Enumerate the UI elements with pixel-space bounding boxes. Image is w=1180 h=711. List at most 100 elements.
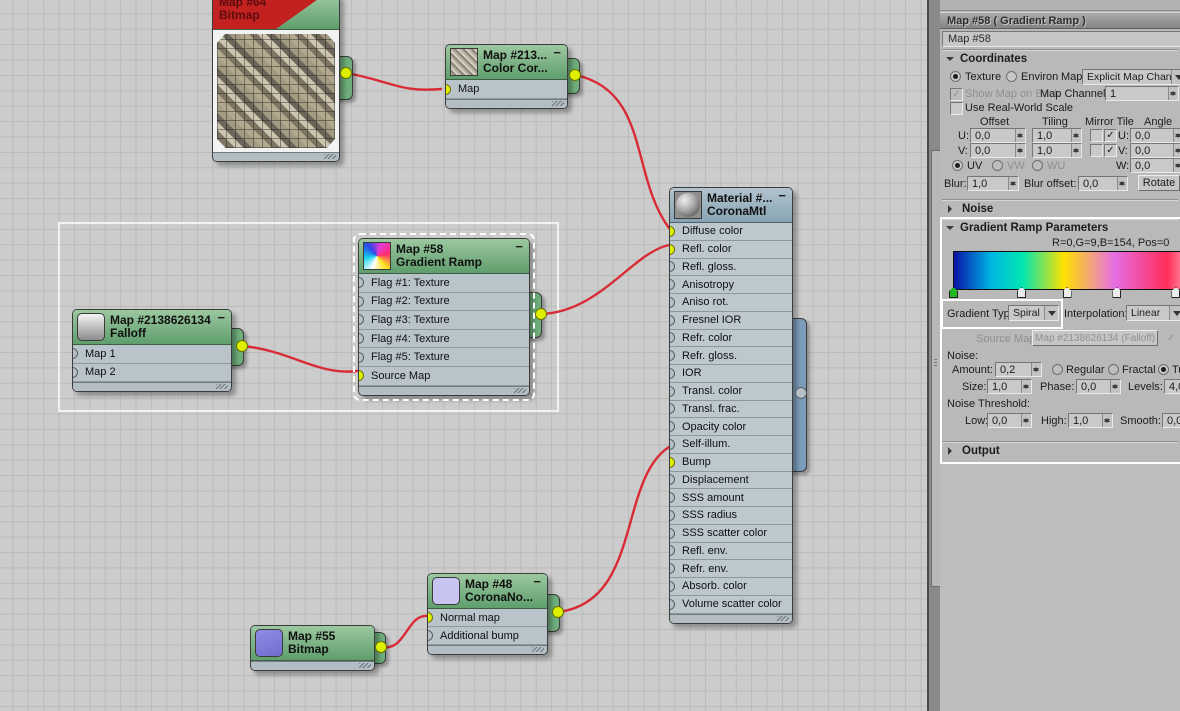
collapse-icon[interactable]: − (515, 240, 523, 253)
node-slot[interactable]: IOR (670, 365, 792, 383)
material-output-socket[interactable] (795, 387, 807, 399)
blur-offset-spinner[interactable]: 0,0 (1078, 176, 1128, 191)
spinner-arrows-icon[interactable] (1071, 144, 1081, 157)
mirror-v-checkbox[interactable] (1090, 144, 1103, 157)
tile-u-checkbox[interactable]: ✓ (1104, 129, 1117, 142)
node-bitmap64[interactable]: Map #64 Bitmap (212, 0, 353, 162)
output-socket[interactable] (552, 606, 564, 618)
node-slot[interactable]: Fresnel IOR (670, 311, 792, 330)
dropdown-arrow-icon[interactable] (1044, 306, 1058, 320)
low-spinner[interactable]: 0,0 (987, 413, 1032, 428)
gradient-type-dropdown[interactable]: Spiral (1008, 305, 1059, 321)
spinner-arrows-icon[interactable] (1168, 87, 1178, 100)
node-slot[interactable]: Aniso rot. (670, 294, 792, 312)
blur-spinner[interactable]: 1,0 (967, 176, 1019, 191)
angle-w-spinner[interactable]: 0,0 (1130, 158, 1180, 173)
spinner-arrows-icon[interactable] (1110, 380, 1120, 393)
size-spinner[interactable]: 1,0 (987, 379, 1032, 394)
rollout-coordinates[interactable]: Coordinates (942, 50, 1178, 66)
collapse-icon[interactable]: − (553, 46, 561, 59)
texture-preview[interactable] (213, 30, 339, 152)
rotate-button[interactable]: Rotate (1138, 175, 1180, 191)
node-slot[interactable]: Diffuse color (670, 223, 792, 241)
node-colorcorrection[interactable]: Map #213... Color Cor... − Map (445, 44, 581, 109)
fractal-radio[interactable] (1108, 364, 1119, 375)
material-name-field[interactable]: Map #58 (942, 31, 1180, 47)
angle-v-spinner[interactable]: 0,0 (1130, 143, 1180, 158)
spinner-arrows-icon[interactable] (1021, 414, 1031, 427)
dropdown-arrow-icon[interactable] (1171, 70, 1180, 84)
node-slot[interactable]: Refr. gloss. (670, 347, 792, 365)
rollout-gradient-ramp-parameters[interactable]: Gradient Ramp Parameters (942, 219, 1178, 235)
node-slot[interactable]: Refr. env. (670, 560, 792, 578)
node-header[interactable]: Map #48 CoronaNo... − (428, 574, 547, 609)
texture-radio[interactable] (950, 71, 961, 82)
map-channel-spinner[interactable]: 1 (1105, 86, 1179, 101)
node-slot[interactable]: Refl. color (670, 240, 792, 259)
node-view-canvas[interactable]: Map #64 Bitmap Map #213... Color Cor... … (0, 0, 927, 711)
node-slot[interactable]: Refl. env. (670, 542, 792, 561)
node-slot[interactable]: Displacement (670, 471, 792, 490)
source-map-button[interactable]: Map #2138626134 (Falloff) (1032, 330, 1158, 346)
spinner-arrows-icon[interactable] (1117, 177, 1127, 190)
node-slot[interactable]: Self-illum. (670, 436, 792, 454)
node-gradientramp[interactable]: Map #58 Gradient Ramp − Flag #1: Texture… (353, 233, 547, 401)
node-slot[interactable]: Anisotropy (670, 276, 792, 294)
node-slot[interactable]: SSS amount (670, 489, 792, 507)
dropdown-arrow-icon[interactable] (1169, 306, 1180, 320)
node-slot[interactable]: Map 2 (73, 363, 231, 382)
node-slot[interactable]: Bump (670, 453, 792, 472)
node-footer[interactable] (213, 152, 339, 161)
angle-u-spinner[interactable]: 0,0 (1130, 128, 1180, 143)
node-slot[interactable]: SSS radius (670, 507, 792, 525)
collapse-icon[interactable]: − (778, 189, 786, 202)
wu-radio[interactable] (1032, 160, 1043, 171)
high-spinner[interactable]: 1,0 (1068, 413, 1113, 428)
gradient-ramp-bar[interactable] (953, 251, 1180, 290)
spinner-arrows-icon[interactable] (1102, 414, 1112, 427)
spinner-arrows-icon[interactable] (1015, 129, 1025, 142)
spinner-arrows-icon[interactable] (1031, 363, 1041, 376)
node-slot[interactable]: Absorb. color (670, 578, 792, 596)
node-footer[interactable] (73, 382, 231, 391)
panel-title-bar[interactable]: Map #58 ( Gradient Ramp ) (940, 12, 1180, 29)
node-coronamtl[interactable]: Material #... CoronaMtl − Diffuse color R… (669, 187, 807, 624)
node-slot[interactable]: Transl. frac. (670, 400, 792, 419)
turbulence-radio[interactable] (1158, 364, 1169, 375)
node-slot[interactable]: Flag #2: Texture (359, 292, 529, 312)
mapping-dropdown[interactable]: Explicit Map Channel (1082, 69, 1180, 85)
spinner-arrows-icon[interactable] (1021, 380, 1031, 393)
source-map-check-icon[interactable]: ✓ (1167, 333, 1175, 344)
collapse-icon[interactable]: − (217, 311, 225, 324)
node-slot[interactable]: Refl. gloss. (670, 258, 792, 277)
node-footer[interactable] (428, 645, 547, 654)
smooth-spinner[interactable]: 0,0 (1162, 413, 1180, 428)
amount-spinner[interactable]: 0,2 (995, 362, 1042, 377)
interpolation-dropdown[interactable]: Linear (1126, 305, 1180, 321)
spinner-arrows-icon[interactable] (1173, 159, 1180, 172)
node-slot[interactable]: Flag #4: Texture (359, 329, 529, 349)
show-map-on-back-checkbox[interactable]: ✓ (950, 88, 963, 101)
node-slot[interactable]: Source Map (359, 366, 529, 386)
node-slot[interactable]: Transl. color (670, 382, 792, 401)
tile-v-checkbox[interactable]: ✓ (1104, 144, 1117, 157)
rollout-noise[interactable]: Noise (942, 200, 1178, 216)
node-slot[interactable]: Map (446, 80, 567, 99)
environ-radio[interactable] (1006, 71, 1017, 82)
node-slot[interactable]: Additional bump (428, 627, 547, 645)
output-socket[interactable] (236, 340, 248, 352)
node-slot[interactable]: Opacity color (670, 418, 792, 436)
spinner-arrows-icon[interactable] (1071, 129, 1081, 142)
spinner-arrows-icon[interactable] (1015, 144, 1025, 157)
node-falloff[interactable]: Map #2138626134 Falloff − Map 1 Map 2 (72, 309, 248, 392)
node-slot[interactable]: Flag #5: Texture (359, 348, 529, 367)
regular-radio[interactable] (1052, 364, 1063, 375)
node-slot[interactable]: Volume scatter color (670, 595, 792, 614)
node-header[interactable]: Map #64 Bitmap (213, 0, 339, 30)
mirror-u-checkbox[interactable] (1090, 129, 1103, 142)
use-real-world-scale-checkbox[interactable] (950, 102, 963, 115)
spinner-arrows-icon[interactable] (1008, 177, 1018, 190)
offset-v-spinner[interactable]: 0,0 (970, 143, 1026, 158)
node-slot[interactable]: Flag #1: Texture (359, 274, 529, 293)
tiling-u-spinner[interactable]: 1,0 (1032, 128, 1082, 143)
